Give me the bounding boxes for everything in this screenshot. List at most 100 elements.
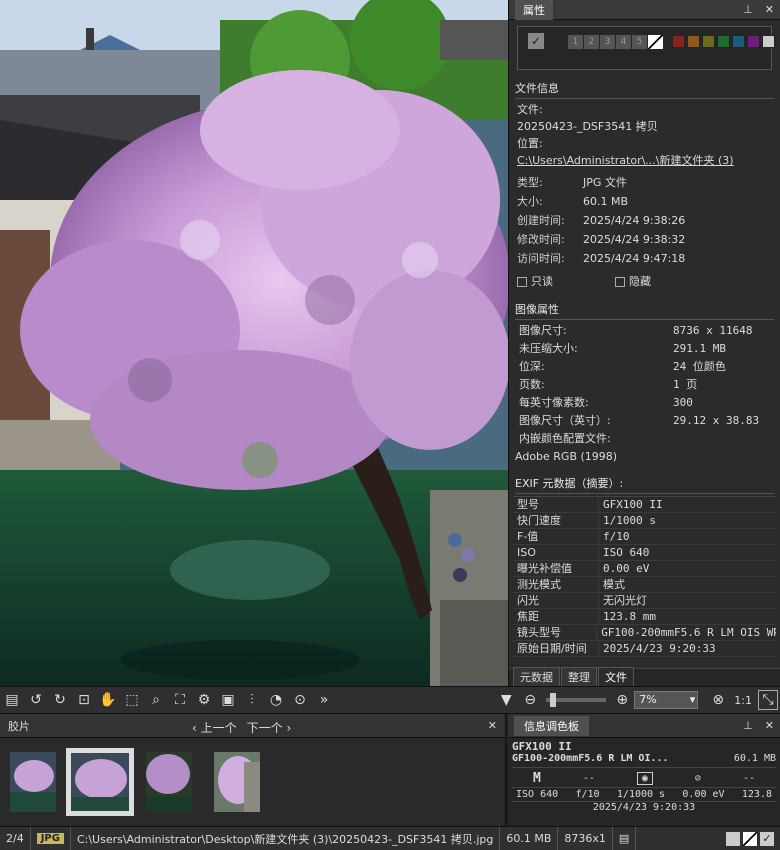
image-info-row: 图像尺寸（英寸）: 29.12 x 38.83 xyxy=(509,412,780,430)
rotate-left-icon[interactable]: ↺ xyxy=(26,690,46,710)
properties-tab[interactable]: 属性 xyxy=(515,0,553,20)
rotate-right-icon[interactable]: ↻ xyxy=(50,690,70,710)
created-label: 创建时间: xyxy=(517,214,565,227)
color-label-swatch[interactable] xyxy=(672,35,685,48)
more-icon[interactable]: » xyxy=(314,690,334,710)
filmstrip-panel: 胶片 ‹ 上一个 下一个 › ✕ xyxy=(0,714,506,826)
thumbnail[interactable] xyxy=(214,752,260,812)
tab-file[interactable]: 文件 xyxy=(598,667,634,686)
image-info-value: 300 xyxy=(673,396,693,409)
dropdown-icon[interactable]: ▼ xyxy=(496,690,516,710)
fit-icon[interactable]: ⊗ xyxy=(708,690,728,710)
format-badge: JPG xyxy=(36,833,64,844)
type-value: JPG 文件 xyxy=(583,176,627,189)
select-icon[interactable]: ⬚ xyxy=(122,690,142,710)
properties-bottom-tabs: 元数据 整理 文件 xyxy=(509,667,780,686)
clear-rating-icon[interactable] xyxy=(648,35,663,49)
thumbnail-selected[interactable] xyxy=(66,748,134,816)
tag-box-icon[interactable] xyxy=(726,831,740,846)
color-label-swatch[interactable] xyxy=(747,35,760,48)
star-rating: 1 2 3 4 5 xyxy=(568,35,663,49)
image-info-key: 图像尺寸（英寸）: xyxy=(519,414,611,427)
image-info-key: 图像尺寸: xyxy=(519,324,567,337)
check-icon[interactable]: ✓ xyxy=(760,831,774,846)
pin-icon[interactable]: ⊥ xyxy=(743,3,753,16)
fullscreen-icon[interactable]: ⛶ xyxy=(170,690,190,710)
exif-value: ISO 640 xyxy=(603,546,650,559)
info-palette-tab[interactable]: 信息调色板 xyxy=(514,715,589,736)
zoom-out-icon[interactable]: ⊖ xyxy=(520,690,540,710)
doc-icon[interactable]: ▤ xyxy=(613,827,637,850)
properties-header: 属性 ⊥ ✕ xyxy=(509,0,780,20)
photo-canal-blossom-tree xyxy=(0,0,508,686)
hand-icon[interactable]: ✋ xyxy=(98,690,118,710)
color-wheel-icon[interactable]: ◔ xyxy=(266,690,286,710)
redeye-icon[interactable]: ⊙ xyxy=(290,690,310,710)
file-label: 文件: xyxy=(517,103,543,116)
location-label: 位置: xyxy=(517,137,543,150)
color-label-swatch[interactable] xyxy=(732,35,745,48)
thumbnail[interactable] xyxy=(10,752,56,812)
type-label: 类型: xyxy=(517,176,543,189)
color-label-swatch[interactable] xyxy=(717,35,730,48)
file-info-section: 文件信息 xyxy=(515,80,774,99)
settings-icon[interactable]: ⚙ xyxy=(194,690,214,710)
close-icon[interactable]: ✕ xyxy=(488,719,497,732)
tab-metadata[interactable]: 元数据 xyxy=(513,667,560,686)
close-icon[interactable]: ✕ xyxy=(765,3,774,16)
clear-rating-icon[interactable] xyxy=(743,831,757,846)
readonly-checkbox[interactable]: 只读 xyxy=(517,274,615,289)
file-size: 60.1 MB xyxy=(500,827,559,850)
exif-row: 测光模式 模式 xyxy=(513,577,776,593)
mode-dash-2: -- xyxy=(742,773,755,784)
size-value: 60.1 MB xyxy=(583,195,629,208)
color-profile-value: Adobe RGB (1998) xyxy=(515,450,618,463)
star-1[interactable]: 1 xyxy=(568,35,583,49)
color-label-swatch[interactable] xyxy=(702,35,715,48)
location-link[interactable]: C:\Users\Administrator\...\新建文件夹 (3) xyxy=(517,154,734,167)
star-3[interactable]: 3 xyxy=(600,35,615,49)
camera-model: GFX100 II xyxy=(512,740,572,753)
prev-button[interactable]: ‹ 上一个 xyxy=(192,719,237,736)
expand-icon[interactable]: ⤡ xyxy=(758,690,778,710)
zoom-icon[interactable]: ⌕ xyxy=(146,690,166,710)
tag-checkbox[interactable]: ✓ xyxy=(528,33,544,49)
exif-value: 123.8 mm xyxy=(603,610,656,623)
image-info-row: 内嵌颜色配置文件: xyxy=(509,430,780,448)
pin-icon[interactable]: ⊥ xyxy=(743,719,753,732)
iso-value: ISO 640 xyxy=(516,789,559,800)
image-info-row: 位深: 24 位颜色 xyxy=(509,358,780,376)
thumbnail-strip xyxy=(0,738,505,826)
zoom-in-icon[interactable]: ⊕ xyxy=(612,690,632,710)
tab-organize[interactable]: 整理 xyxy=(561,667,597,686)
color-label-swatch[interactable] xyxy=(762,35,775,48)
star-4[interactable]: 4 xyxy=(616,35,631,49)
image-info-value: 29.12 x 38.83 xyxy=(673,414,760,427)
file-name: 20250423-_DSF3541 拷贝 xyxy=(517,120,658,133)
star-5[interactable]: 5 xyxy=(632,35,647,49)
hidden-checkbox[interactable]: 隐藏 xyxy=(615,274,651,289)
image-info-value: 24 位颜色 xyxy=(673,360,726,373)
image-info-row: 图像尺寸: 8736 x 11648 xyxy=(509,322,780,340)
shutter-value: 1/1000 s xyxy=(616,789,666,800)
star-2[interactable]: 2 xyxy=(584,35,599,49)
adjust-icon[interactable]: ⫶ xyxy=(242,690,262,710)
exif-key: 曝光补偿值 xyxy=(513,561,599,576)
film-icon[interactable]: ▤ xyxy=(2,690,22,710)
close-icon[interactable]: ✕ xyxy=(765,719,774,732)
viewer-toolbar: ▤ ↺ ↻ ⊡ ✋ ⬚ ⌕ ⛶ ⚙ ▣ ⫶ ◔ ⊙ » ▼ ⊖ ⊕ 7% ⊗ 1… xyxy=(0,686,780,714)
image-viewer[interactable] xyxy=(0,0,508,686)
thumbnail[interactable] xyxy=(146,752,192,812)
image-dimensions: 8736x1 xyxy=(558,827,613,850)
actual-size-button[interactable]: 1:1 xyxy=(734,694,752,707)
next-button[interactable]: 下一个 › xyxy=(247,719,292,736)
color-label-swatch[interactable] xyxy=(687,35,700,48)
zoom-slider[interactable] xyxy=(546,693,607,707)
modified-value: 2025/4/24 9:38:32 xyxy=(583,233,686,246)
zoom-level-select[interactable]: 7% xyxy=(634,691,699,709)
exif-value: GF100-200mmF5.6 R LM OIS WR xyxy=(601,626,776,639)
compare-icon[interactable]: ▣ xyxy=(218,690,238,710)
exif-key: ISO xyxy=(513,545,599,560)
crop-icon[interactable]: ⊡ xyxy=(74,690,94,710)
size-label: 大小: xyxy=(517,195,543,208)
